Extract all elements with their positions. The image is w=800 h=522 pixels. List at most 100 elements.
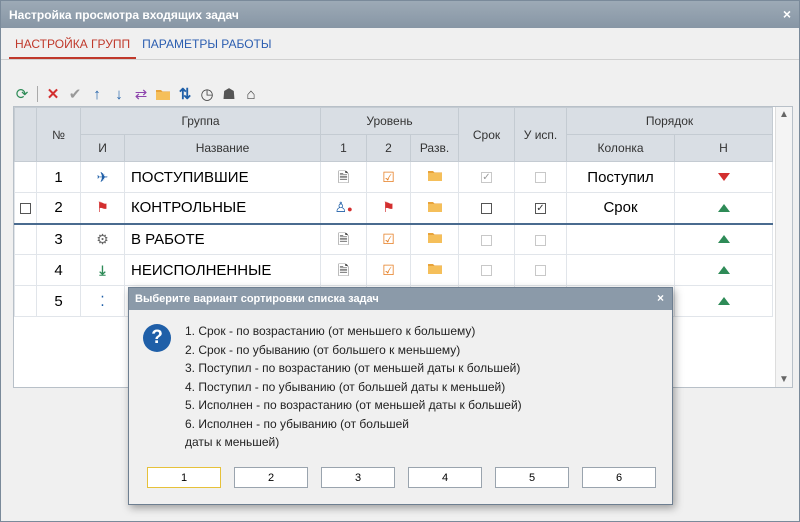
- row-name: КОНТРОЛЬНЫЕ: [124, 192, 321, 225]
- dialog-buttons: 1 2 3 4 5 6: [147, 467, 656, 488]
- arrow-up-icon[interactable]: ↑: [88, 85, 106, 103]
- user-alert-icon[interactable]: ♙●: [320, 192, 367, 225]
- groups-table: № Группа Уровень Срок У исп. Порядок И Н…: [14, 107, 773, 317]
- header-direction: Н: [674, 134, 773, 162]
- row-name: НЕИСПОЛНЕННЫЕ: [124, 254, 321, 286]
- arrow-down-icon[interactable]: ↓: [110, 85, 128, 103]
- sort-option-text: 3. Поступил - по возрастанию (от меньшей…: [185, 361, 521, 375]
- header-select: [14, 107, 37, 162]
- document-icon[interactable]: 🗎: [320, 254, 367, 286]
- option-3-button[interactable]: 3: [321, 467, 395, 488]
- check-icon[interactable]: ✔: [66, 85, 84, 103]
- refresh-icon[interactable]: ⟳: [13, 85, 31, 103]
- row-select-cell[interactable]: [14, 223, 37, 255]
- deadline-checkbox[interactable]: [458, 223, 515, 255]
- flag-icon[interactable]: ⚑: [366, 192, 411, 225]
- header-name: Название: [124, 134, 321, 162]
- header-level-1: 1: [320, 134, 367, 162]
- close-icon[interactable]: ×: [783, 6, 791, 22]
- users-icon[interactable]: ☗: [220, 85, 238, 103]
- table-row[interactable]: 2 ⚑ КОНТРОЛЬНЫЕ ♙● ⚑ ✓ Срок: [14, 192, 773, 225]
- folder-icon[interactable]: [410, 223, 459, 255]
- order-column[interactable]: [566, 223, 675, 255]
- executor-checkbox[interactable]: [514, 223, 567, 255]
- row-num: 5: [36, 285, 81, 317]
- clipboard-check-icon[interactable]: ☑: [366, 254, 411, 286]
- row-select-cell[interactable]: [14, 254, 37, 286]
- row-num: 1: [36, 161, 81, 193]
- sort-desc-icon[interactable]: [674, 161, 773, 193]
- order-column[interactable]: [566, 254, 675, 286]
- deadline-checkbox[interactable]: ✓: [458, 161, 515, 193]
- tab-group-settings[interactable]: НАСТРОЙКА ГРУПП: [9, 37, 137, 59]
- executor-checkbox[interactable]: ✓: [514, 192, 567, 225]
- sort-option-text: 2. Срок - по убыванию (от большего к мен…: [185, 342, 461, 357]
- scroll-up-icon[interactable]: ▲: [779, 109, 789, 120]
- deadline-checkbox[interactable]: [458, 254, 515, 286]
- header-level-2: 2: [366, 134, 411, 162]
- row-num: 2: [36, 192, 81, 225]
- row-select-cell[interactable]: [14, 285, 37, 317]
- clipboard-check-icon[interactable]: ☑: [366, 223, 411, 255]
- question-icon: ?: [143, 324, 171, 352]
- row-num: 4: [36, 254, 81, 286]
- document-icon[interactable]: 🗎: [320, 161, 367, 193]
- scroll-down-icon[interactable]: ▼: [779, 374, 789, 385]
- title-bar: Настройка просмотра входящих задач ×: [1, 1, 799, 28]
- sort-asc-icon[interactable]: [674, 254, 773, 286]
- window-title: Настройка просмотра входящих задач: [9, 7, 239, 22]
- sort-asc-icon[interactable]: [674, 223, 773, 255]
- table-row[interactable]: 4 ⤓ НЕИСПОЛНЕННЫЕ 🗎 ☑: [14, 254, 773, 286]
- sort-icon[interactable]: ⇅: [176, 85, 194, 103]
- flag-icon: ⚑: [80, 192, 125, 225]
- sort-option-text: 1. Срок - по возрастанию (от меньшего к …: [185, 324, 476, 338]
- header-deadline: Срок: [458, 107, 515, 162]
- gears-icon: ⚙: [80, 223, 125, 255]
- tab-work-parameters[interactable]: ПАРАМЕТРЫ РАБОТЫ: [136, 37, 277, 59]
- order-column[interactable]: Поступил: [566, 161, 675, 193]
- row-name: В РАБОТЕ: [124, 223, 321, 255]
- header-icon: И: [80, 134, 125, 162]
- row-select-checkbox[interactable]: [14, 192, 37, 225]
- row-select-cell[interactable]: [14, 161, 37, 193]
- option-6-button[interactable]: 6: [582, 467, 656, 488]
- home-icon[interactable]: ⌂: [242, 85, 260, 103]
- tab-bar: НАСТРОЙКА ГРУПП ПАРАМЕТРЫ РАБОТЫ: [1, 28, 799, 60]
- vertical-scrollbar[interactable]: ▲ ▼: [775, 107, 792, 387]
- delete-icon[interactable]: ✕: [44, 85, 62, 103]
- header-order: Порядок: [566, 107, 773, 135]
- folder-icon[interactable]: [154, 85, 172, 103]
- sync-icon[interactable]: ⇄: [132, 85, 150, 103]
- folder-icon[interactable]: [410, 192, 459, 225]
- table-row[interactable]: 1 ✈ ПОСТУПИВШИЕ 🗎 ☑ ✓ Поступил: [14, 161, 773, 193]
- order-column[interactable]: Срок: [566, 192, 675, 225]
- row-num: 3: [36, 223, 81, 255]
- folder-icon[interactable]: [410, 254, 459, 286]
- sort-option-text: 6. Исполнен - по убыванию (от большей: [185, 416, 409, 431]
- clipboard-check-icon[interactable]: ☑: [366, 161, 411, 193]
- footprints-icon: ⁚: [80, 285, 125, 317]
- sort-asc-icon[interactable]: [674, 285, 773, 317]
- header-column: Колонка: [566, 134, 675, 162]
- download-icon: ⤓: [80, 254, 125, 286]
- option-1-button[interactable]: 1: [147, 467, 221, 488]
- clock-icon[interactable]: ◷: [198, 85, 216, 103]
- dialog-title-bar: Выберите вариант сортировки списка задач…: [129, 288, 672, 310]
- row-name: ПОСТУПИВШИЕ: [124, 161, 321, 193]
- option-2-button[interactable]: 2: [234, 467, 308, 488]
- toolbar-divider: [37, 86, 38, 102]
- dialog-title: Выберите вариант сортировки списка задач: [135, 293, 379, 305]
- folder-icon[interactable]: [410, 161, 459, 193]
- airplane-icon: ✈: [80, 161, 125, 193]
- deadline-checkbox[interactable]: [458, 192, 515, 225]
- table-row[interactable]: 3 ⚙ В РАБОТЕ 🗎 ☑: [14, 223, 773, 255]
- close-icon[interactable]: ×: [657, 291, 664, 305]
- sort-asc-icon[interactable]: [674, 192, 773, 225]
- option-5-button[interactable]: 5: [495, 467, 569, 488]
- executor-checkbox[interactable]: [514, 161, 567, 193]
- option-4-button[interactable]: 4: [408, 467, 482, 488]
- executor-checkbox[interactable]: [514, 254, 567, 286]
- header-level: Уровень: [320, 107, 459, 135]
- toolbar: ⟳ ✕ ✔ ↑ ↓ ⇄ ⇅ ◷ ☗ ⌂: [13, 83, 260, 105]
- document-icon[interactable]: 🗎: [320, 223, 367, 255]
